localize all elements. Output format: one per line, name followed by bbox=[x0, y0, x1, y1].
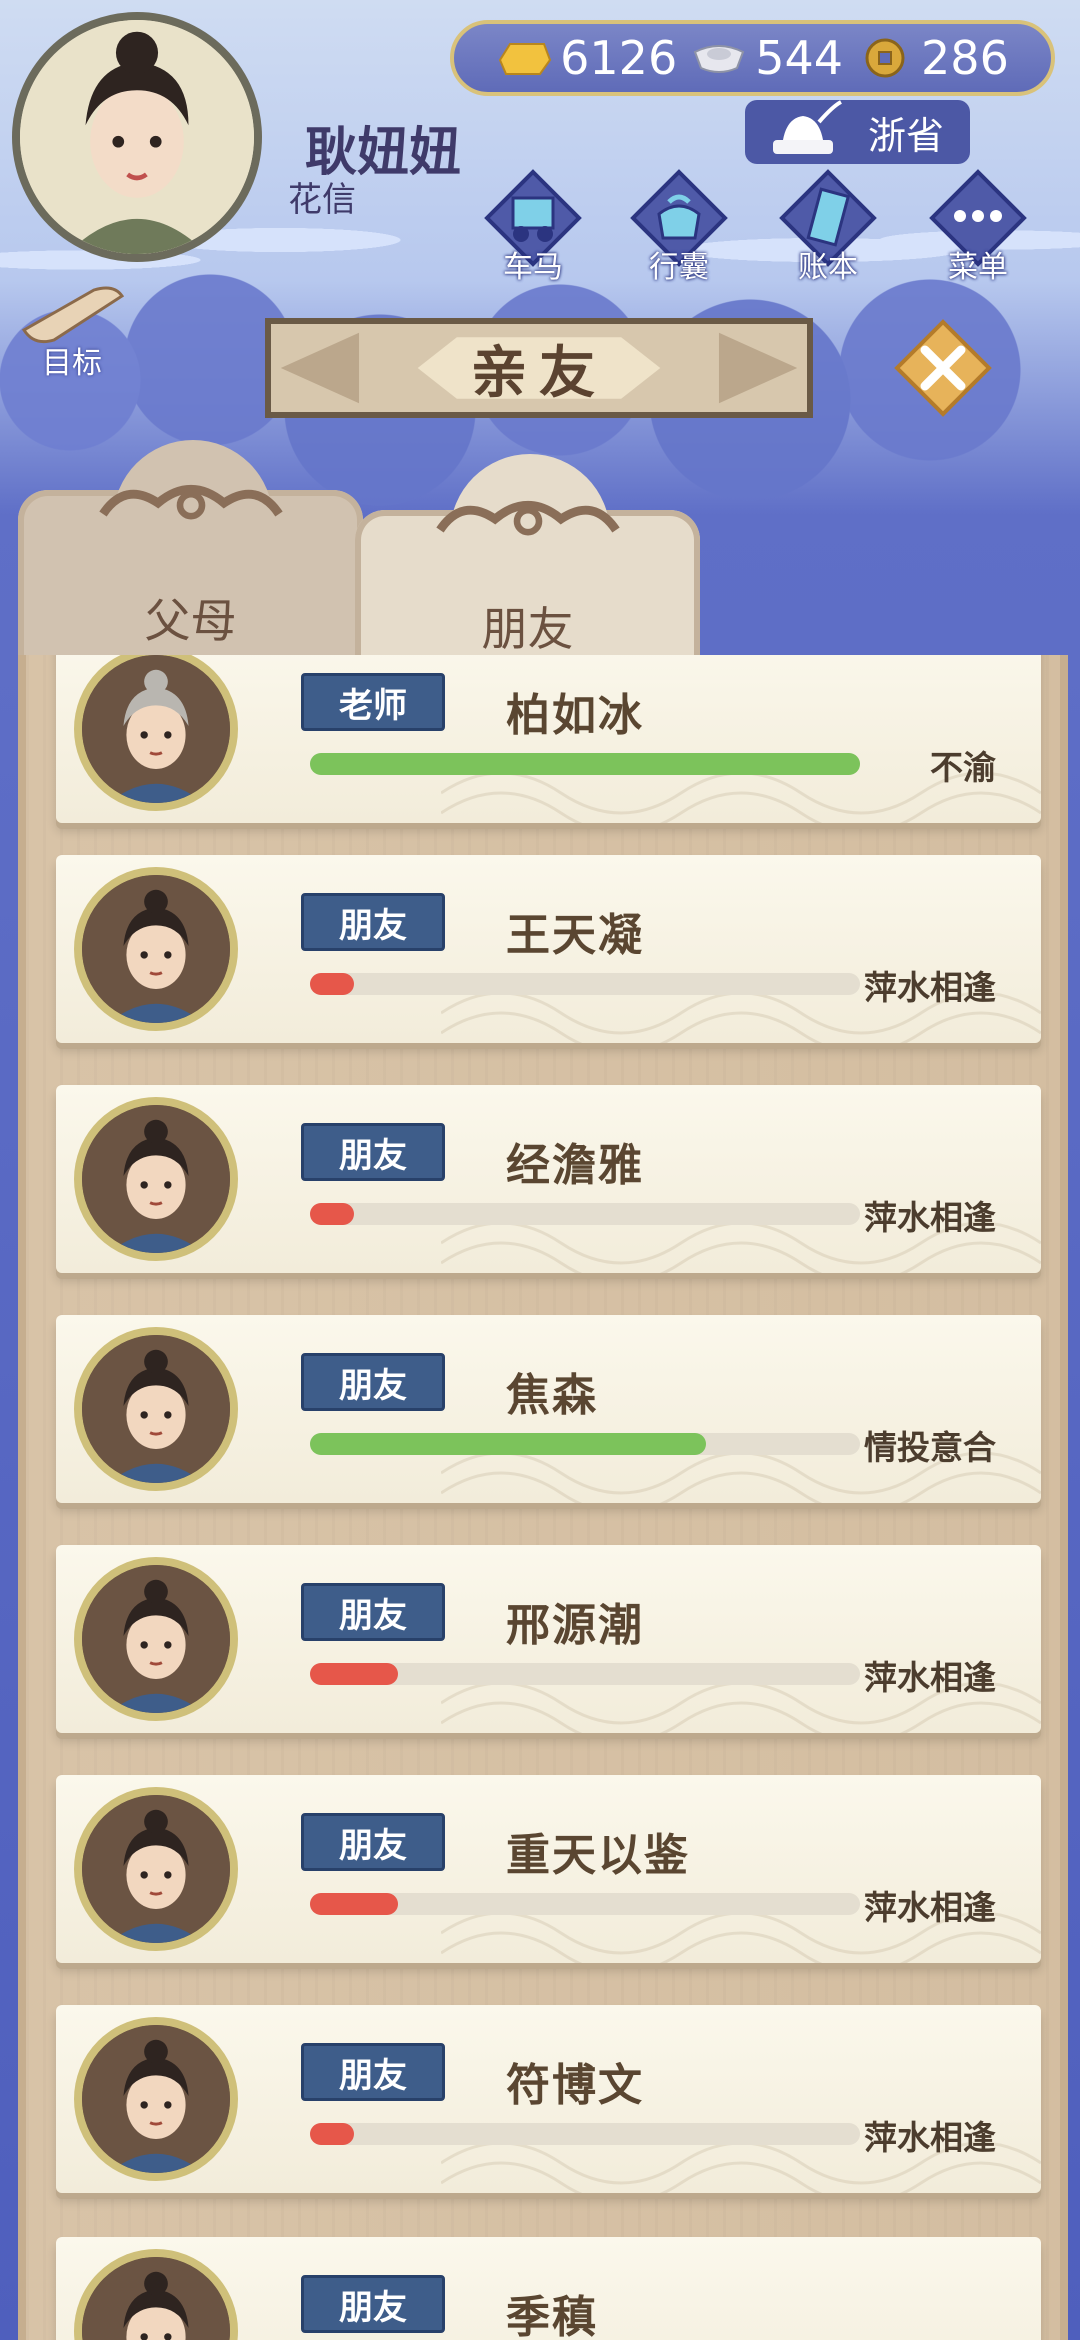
resource-silver: 544 bbox=[691, 31, 843, 85]
tab-parents[interactable]: 父母 bbox=[18, 440, 363, 665]
friend-name: 柏如冰 bbox=[506, 690, 644, 741]
ledger-button[interactable]: 账本 bbox=[768, 168, 888, 288]
character-portrait-icon bbox=[82, 655, 230, 803]
carriage-button[interactable]: 车马 bbox=[473, 168, 593, 288]
affinity-status: 萍水相逢 bbox=[864, 2118, 996, 2157]
close-button[interactable] bbox=[893, 318, 993, 418]
affinity-status: 萍水相逢 bbox=[864, 1888, 996, 1927]
friend-name: 邢源潮 bbox=[506, 1600, 644, 1651]
goal-label: 目标 bbox=[42, 346, 102, 381]
carriage-label: 车马 bbox=[503, 250, 563, 285]
gold-amount: 6126 bbox=[560, 31, 678, 85]
character-portrait-icon bbox=[82, 875, 230, 1023]
friend-card[interactable]: 朋友 重天以鉴 萍水相逢 bbox=[56, 1775, 1041, 1963]
affinity-status: 情投意合 bbox=[864, 1428, 996, 1467]
ledger-label: 账本 bbox=[798, 250, 858, 285]
friend-card[interactable]: 朋友 邢源潮 萍水相逢 bbox=[56, 1545, 1041, 1733]
affinity-bar bbox=[310, 1203, 860, 1225]
friends-list[interactable]: 老师 柏如冰 不渝 朋友 王天凝 萍水相逢 朋友 经澹雅 萍水相逢 朋友 焦森 … bbox=[26, 655, 1060, 2340]
friend-avatar[interactable] bbox=[74, 867, 238, 1031]
character-portrait-icon bbox=[82, 1105, 230, 1253]
tab-friends[interactable]: 朋友 bbox=[355, 454, 700, 675]
player-avatar[interactable] bbox=[12, 12, 262, 262]
friend-avatar[interactable] bbox=[74, 1097, 238, 1261]
relation-tag: 朋友 bbox=[301, 1583, 445, 1641]
friend-name: 符博文 bbox=[506, 2060, 644, 2111]
relation-tag: 朋友 bbox=[301, 1123, 445, 1181]
friend-card[interactable]: 朋友 经澹雅 萍水相逢 bbox=[56, 1085, 1041, 1273]
tab-parents-label: 父母 bbox=[144, 594, 237, 648]
friend-avatar[interactable] bbox=[74, 1327, 238, 1491]
copper-coin-icon bbox=[865, 38, 905, 78]
close-icon bbox=[894, 319, 992, 417]
friend-avatar[interactable] bbox=[74, 2017, 238, 2181]
character-portrait-icon bbox=[82, 1335, 230, 1483]
friend-avatar[interactable] bbox=[74, 655, 238, 811]
copper-amount: 286 bbox=[921, 31, 1009, 85]
official-hat-icon bbox=[773, 100, 842, 154]
tab-cloud-ornament-icon bbox=[98, 485, 283, 520]
gold-ingot-icon bbox=[499, 43, 552, 75]
affinity-bar-fill bbox=[310, 973, 354, 995]
affinity-status: 萍水相逢 bbox=[864, 968, 996, 1007]
page-title: 亲友 bbox=[471, 340, 607, 406]
friend-card[interactable]: 朋友 季稹 bbox=[56, 2237, 1041, 2340]
friend-card[interactable]: 朋友 符博文 萍水相逢 bbox=[56, 2005, 1041, 2193]
resource-copper: 286 bbox=[857, 31, 1009, 85]
character-portrait-icon bbox=[82, 2025, 230, 2173]
resource-bar: 6126 544 286 bbox=[450, 20, 1055, 96]
friend-name: 经澹雅 bbox=[506, 1140, 644, 1191]
page-title-banner: 亲友 bbox=[265, 318, 813, 418]
friend-avatar[interactable] bbox=[74, 1557, 238, 1721]
friend-avatar[interactable] bbox=[74, 1787, 238, 1951]
affinity-bar bbox=[310, 1433, 860, 1455]
friend-name: 王天凝 bbox=[506, 910, 644, 961]
goal-button[interactable]: 目标 bbox=[14, 280, 134, 381]
affinity-bar-fill bbox=[310, 1663, 398, 1685]
character-portrait-icon bbox=[82, 1565, 230, 1713]
province-button[interactable]: 浙省 bbox=[745, 100, 970, 164]
affinity-bar-fill bbox=[310, 753, 860, 775]
player-age-title: 花信 bbox=[288, 180, 356, 220]
affinity-bar bbox=[310, 1663, 860, 1685]
province-label: 浙省 bbox=[867, 113, 944, 158]
affinity-bar bbox=[310, 2123, 860, 2145]
affinity-bar-fill bbox=[310, 1893, 398, 1915]
bag-label: 行囊 bbox=[649, 250, 709, 285]
affinity-bar bbox=[310, 753, 860, 775]
relation-tag: 朋友 bbox=[301, 893, 445, 951]
affinity-status: 萍水相逢 bbox=[864, 1198, 996, 1237]
friend-card[interactable]: 老师 柏如冰 不渝 bbox=[56, 655, 1041, 823]
silver-amount: 544 bbox=[755, 31, 844, 85]
relation-tag: 朋友 bbox=[301, 2275, 445, 2333]
affinity-bar-fill bbox=[310, 1203, 354, 1225]
silver-ingot-icon bbox=[693, 45, 745, 73]
menu-button[interactable]: 菜单 bbox=[918, 168, 1038, 288]
friend-name: 焦森 bbox=[506, 1370, 598, 1421]
character-portrait-icon bbox=[82, 1795, 230, 1943]
relation-tag: 朋友 bbox=[301, 1813, 445, 1871]
affinity-bar-fill bbox=[310, 2123, 354, 2145]
relation-tag: 朋友 bbox=[301, 2043, 445, 2101]
friend-card[interactable]: 朋友 焦森 情投意合 bbox=[56, 1315, 1041, 1503]
menu-label: 菜单 bbox=[948, 250, 1008, 285]
affinity-bar-fill bbox=[310, 1433, 706, 1455]
tab-cloud-ornament-icon bbox=[435, 501, 620, 536]
bag-button[interactable]: 行囊 bbox=[619, 168, 739, 288]
tab-friends-label: 朋友 bbox=[481, 602, 574, 656]
friend-avatar[interactable] bbox=[74, 2249, 238, 2340]
relation-tag: 老师 bbox=[301, 673, 445, 731]
player-portrait-icon bbox=[20, 20, 254, 254]
affinity-bar bbox=[310, 973, 860, 995]
resource-gold: 6126 bbox=[496, 31, 677, 85]
relation-tag: 朋友 bbox=[301, 1353, 445, 1411]
friend-name: 重天以鉴 bbox=[506, 1830, 690, 1881]
affinity-bar bbox=[310, 1893, 860, 1915]
affinity-status: 不渝 bbox=[930, 748, 996, 787]
affinity-status: 萍水相逢 bbox=[864, 1658, 996, 1697]
friend-name: 季稹 bbox=[506, 2292, 598, 2340]
friends-panel: 老师 柏如冰 不渝 朋友 王天凝 萍水相逢 朋友 经澹雅 萍水相逢 朋友 焦森 … bbox=[18, 655, 1068, 2340]
character-portrait-icon bbox=[82, 2257, 230, 2340]
friend-card[interactable]: 朋友 王天凝 萍水相逢 bbox=[56, 855, 1041, 1043]
